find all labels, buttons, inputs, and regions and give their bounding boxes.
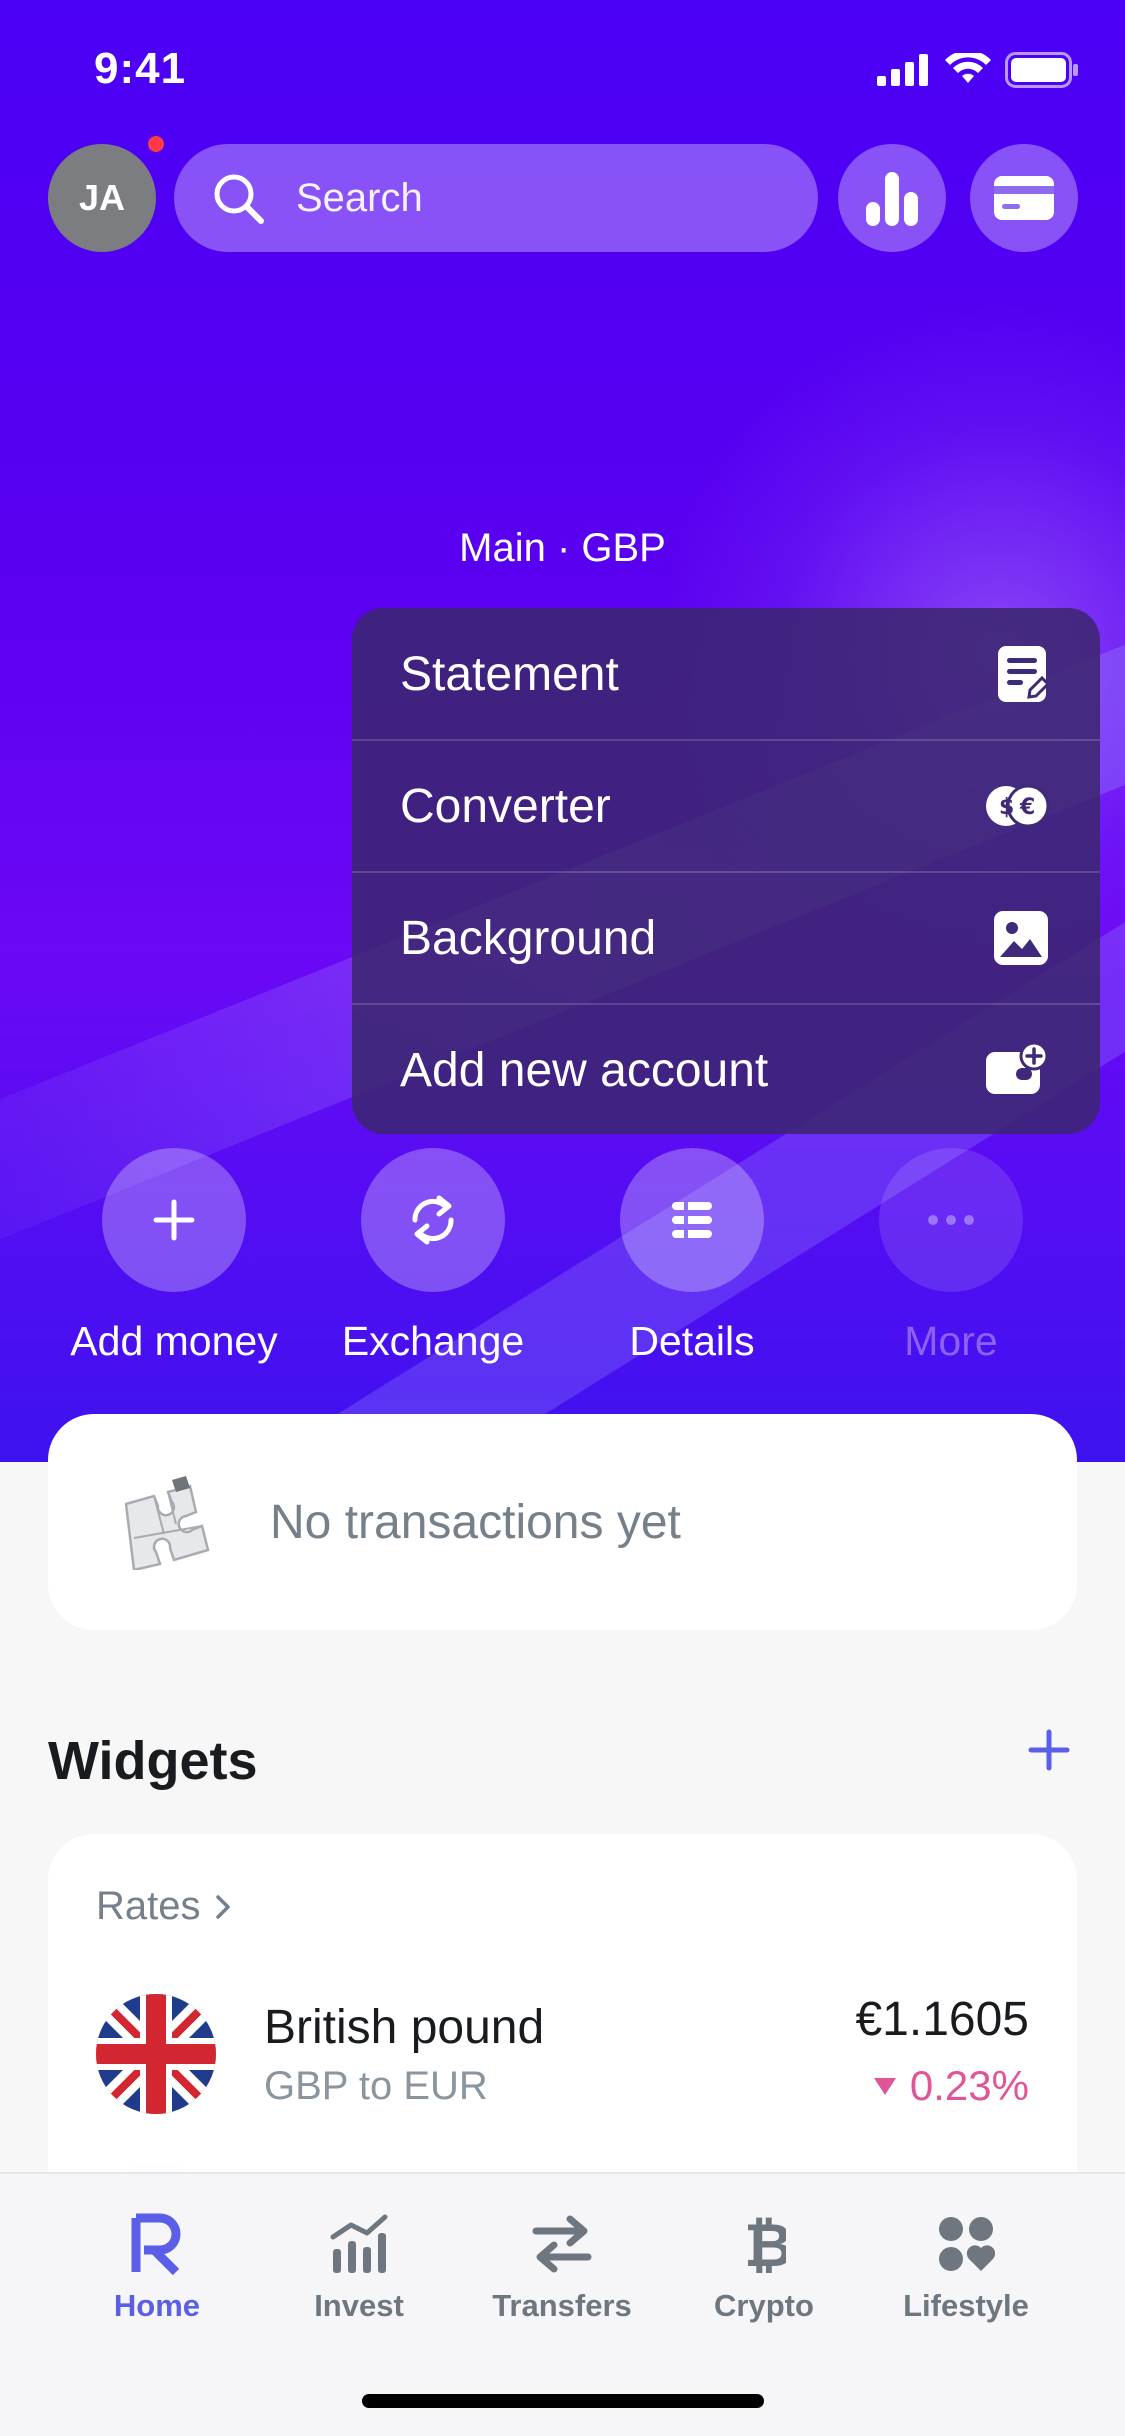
analytics-button[interactable]	[838, 144, 946, 252]
puzzle-icon	[124, 1476, 210, 1570]
menu-item-label: Converter	[400, 779, 611, 833]
tab-crypto[interactable]: ₿ Crypto	[659, 2204, 869, 2324]
image-icon	[994, 911, 1048, 965]
tab-label: Invest	[314, 2288, 404, 2323]
menu-item-label: Add new account	[400, 1043, 769, 1097]
tab-invest[interactable]: Invest	[254, 2204, 464, 2324]
more-icon	[928, 1215, 974, 1225]
action-label: More	[904, 1318, 998, 1364]
rate-change: 0.23%	[872, 2062, 1029, 2110]
more-button[interactable]: More	[831, 1148, 1071, 1365]
rates-header[interactable]: Rates	[96, 1884, 231, 1929]
menu-item-label: Statement	[400, 647, 619, 701]
tab-transfers[interactable]: Transfers	[457, 2204, 667, 2324]
more-circle[interactable]	[879, 1148, 1023, 1292]
card-icon	[994, 176, 1054, 220]
tab-label: Crypto	[714, 2288, 814, 2323]
rate-change-value: 0.23%	[909, 2062, 1029, 2109]
action-label: Details	[629, 1318, 755, 1364]
widgets-title: Widgets	[48, 1731, 258, 1791]
menu-item-label: Background	[400, 911, 657, 965]
plus-icon	[1028, 1729, 1070, 1771]
wifi-icon	[945, 53, 991, 83]
uk-flag-icon	[96, 1994, 216, 2114]
bitcoin-icon: ₿	[744, 2212, 786, 2276]
add-money-circle[interactable]	[102, 1148, 246, 1292]
add-account-icon	[986, 1042, 1049, 1094]
rates-title: Rates	[96, 1884, 201, 1928]
converter-icon: $ €	[986, 784, 1050, 828]
tab-label: Home	[113, 2288, 201, 2323]
currency-name: British pound	[264, 2001, 545, 2054]
notification-dot	[148, 136, 164, 152]
battery-icon	[1005, 52, 1078, 88]
details-icon	[672, 1202, 712, 1238]
tab-home[interactable]: Home	[52, 2204, 262, 2324]
svg-text:€: €	[1019, 795, 1035, 820]
exchange-icon	[412, 1195, 454, 1245]
home-indicator[interactable]	[362, 2394, 764, 2408]
statement-icon	[998, 646, 1050, 702]
bar-chart-icon	[866, 172, 918, 226]
status-time: 9:41	[94, 44, 187, 93]
avatar-initials: JA	[78, 177, 126, 218]
currency-pair: GBP to EUR	[264, 2064, 488, 2108]
tab-lifestyle[interactable]: Lifestyle	[861, 2204, 1071, 2324]
search-bar[interactable]: Search	[174, 144, 818, 252]
invest-chart-icon	[330, 2214, 388, 2273]
signal-icon	[877, 54, 928, 86]
chevron-right-icon	[215, 1894, 230, 1919]
rate-value: €1.1605	[855, 1993, 1029, 2046]
exchange-circle[interactable]	[361, 1148, 505, 1292]
menu-item-converter[interactable]: Converter $ €	[352, 740, 1100, 872]
details-button[interactable]: Details	[572, 1148, 812, 1365]
action-label: Add money	[70, 1318, 278, 1364]
svg-text:₿: ₿	[744, 2212, 786, 2276]
menu-item-add-new-account[interactable]: Add new account	[352, 1004, 1100, 1134]
add-money-button[interactable]: Add money	[54, 1148, 294, 1365]
lifestyle-icon	[939, 2217, 995, 2271]
tab-label: Transfers	[492, 2288, 632, 2323]
transactions-card[interactable]: No transactions yet	[48, 1414, 1077, 1630]
plus-icon	[153, 1199, 195, 1241]
revolut-r-icon	[131, 2213, 181, 2276]
empty-transactions-text: No transactions yet	[270, 1495, 681, 1549]
action-label: Exchange	[341, 1318, 525, 1364]
profile-avatar[interactable]: JA	[48, 144, 156, 252]
transfers-icon	[532, 2215, 592, 2273]
menu-item-statement[interactable]: Statement	[352, 608, 1100, 740]
exchange-button[interactable]: Exchange	[313, 1148, 553, 1365]
search-placeholder: Search	[296, 175, 423, 220]
status-bar: 9:41	[0, 0, 1125, 132]
search-icon	[214, 174, 264, 224]
menu-item-background[interactable]: Background	[352, 872, 1100, 1004]
status-icons	[877, 52, 1079, 88]
add-widget-button[interactable]	[1025, 1726, 1073, 1779]
account-context-menu: Statement Converter $ € Background Add n…	[352, 608, 1100, 1134]
cards-button[interactable]	[970, 144, 1078, 252]
svg-text:$: $	[999, 795, 1014, 820]
details-circle[interactable]	[620, 1148, 764, 1292]
tab-label: Lifestyle	[903, 2288, 1029, 2323]
account-label[interactable]: Main · GBP	[0, 526, 1125, 571]
triangle-down-icon	[873, 2078, 896, 2095]
